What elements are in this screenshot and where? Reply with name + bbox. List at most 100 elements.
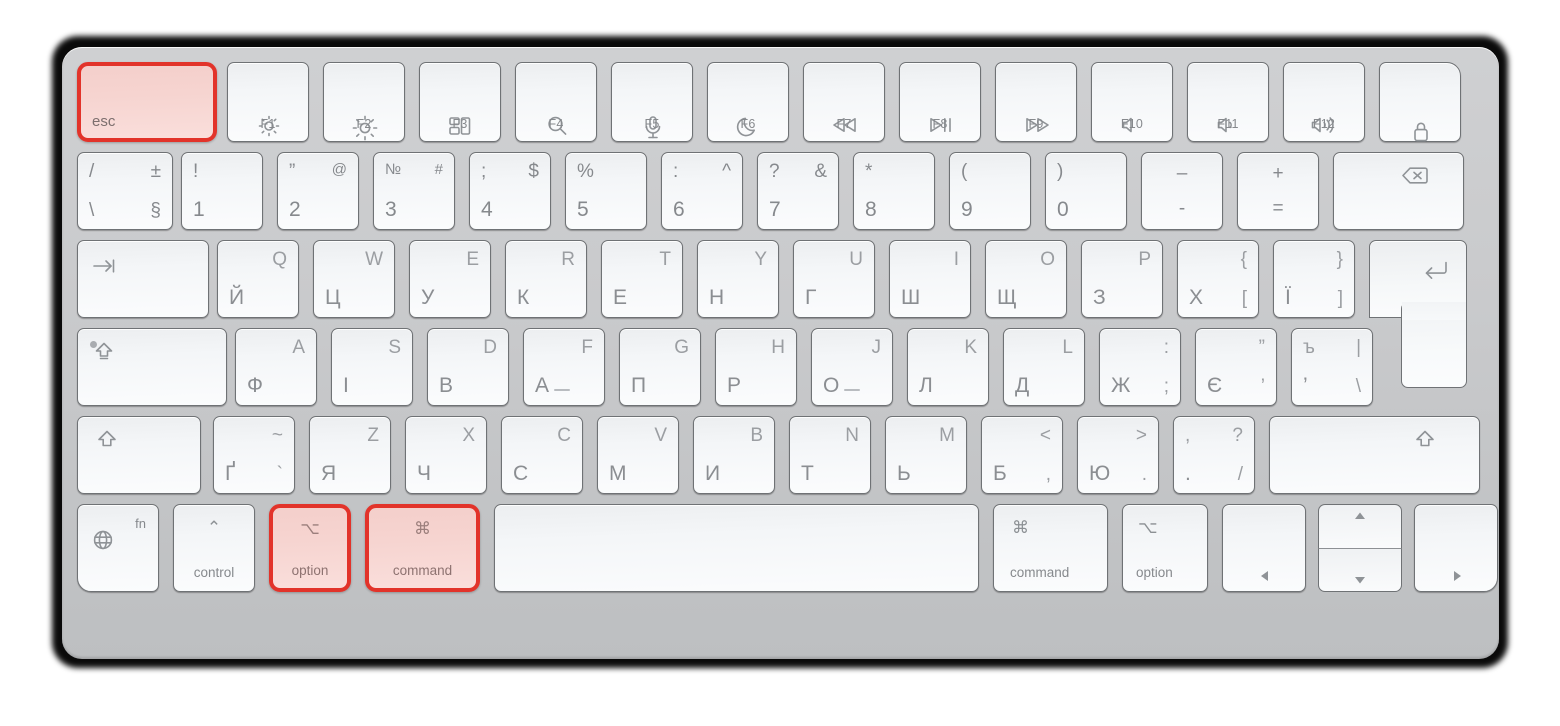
key-f9[interactable]: F9 <box>995 62 1077 142</box>
key-fn-globe[interactable]: fn <box>77 504 159 592</box>
key-4-alt: $ <box>528 161 539 182</box>
key-6-label: 6 <box>673 198 685 221</box>
key-x[interactable]: X Ч <box>405 416 487 494</box>
key-w-cyrillic: Ц <box>325 286 341 309</box>
key-grave-cyrillic: Ґ <box>225 462 236 485</box>
key-f2[interactable]: F2 <box>323 62 405 142</box>
key-esc[interactable]: esc <box>77 62 217 142</box>
key-f5[interactable]: F5 <box>611 62 693 142</box>
key-slash[interactable]: , ? . / <box>1173 416 1255 494</box>
key-shift-left[interactable] <box>77 416 201 494</box>
key-slash-backslash[interactable]: / ± \ § <box>77 152 173 230</box>
key-quote[interactable]: ” Є ’ <box>1195 328 1277 406</box>
key-1[interactable]: ! 1 <box>181 152 263 230</box>
key-f7[interactable]: F7 <box>803 62 885 142</box>
key-w[interactable]: W Ц <box>313 240 395 318</box>
home-row: A Ф S І D В F А G П H Р J О K Л L Д: Ж … <box>77 328 1373 406</box>
key-f4[interactable]: F4 <box>515 62 597 142</box>
key-f7-label: F7 <box>836 116 852 131</box>
key-7[interactable]: ? & 7 <box>757 152 839 230</box>
key-quote-cyrillic: Є <box>1207 374 1223 397</box>
key-arrow-left[interactable] <box>1222 504 1306 592</box>
key-f6[interactable]: F6 <box>707 62 789 142</box>
key-shift-right[interactable] <box>1269 416 1480 494</box>
key-8[interactable]: * 8 <box>853 152 935 230</box>
key-g[interactable]: G П <box>619 328 701 406</box>
key-h[interactable]: H Р <box>715 328 797 406</box>
command-glyph: ⌘ <box>414 519 431 538</box>
key-1-shift: ! <box>193 161 199 182</box>
key-command-left[interactable]: ⌘ command <box>365 504 480 592</box>
key-return[interactable] <box>1369 240 1467 388</box>
key-k[interactable]: K Л <box>907 328 989 406</box>
key-f11[interactable]: F11 <box>1187 62 1269 142</box>
key-1-label: 1 <box>193 198 205 221</box>
shift-arrow-icon <box>96 401 143 477</box>
key-f10[interactable]: F10 <box>1091 62 1173 142</box>
key-5[interactable]: % 5 <box>565 152 647 230</box>
key-u[interactable]: U Г <box>793 240 875 318</box>
key-f4-label: F4 <box>548 116 564 131</box>
key-comma[interactable]: < Б , <box>981 416 1063 494</box>
key-b[interactable]: B И <box>693 416 775 494</box>
key-minus[interactable]: – - <box>1141 152 1223 230</box>
key-9[interactable]: ( 9 <box>949 152 1031 230</box>
key-space[interactable] <box>494 504 979 592</box>
key-arrow-down[interactable] <box>1318 548 1402 592</box>
key-command-right[interactable]: ⌘ command <box>993 504 1108 592</box>
key-7-alt: & <box>814 161 827 182</box>
key-p[interactable]: P З <box>1081 240 1163 318</box>
key-2[interactable]: ” @ 2 <box>277 152 359 230</box>
key-bracket-left[interactable]: { Х [ <box>1177 240 1259 318</box>
key-o[interactable]: O Щ <box>985 240 1067 318</box>
key-q[interactable]: Q Й <box>217 240 299 318</box>
key-delete[interactable] <box>1333 152 1464 230</box>
key-option-right[interactable]: ⌥ option <box>1122 504 1208 592</box>
key-j[interactable]: J О <box>811 328 893 406</box>
key-n[interactable]: N Т <box>789 416 871 494</box>
key-equal[interactable]: + = <box>1237 152 1319 230</box>
key-7-shift: ? <box>769 161 780 182</box>
key-period[interactable]: > Ю . <box>1077 416 1159 494</box>
key-x-cyrillic: Ч <box>417 462 431 485</box>
key-i-latin: I <box>953 249 959 270</box>
key-t[interactable]: T Е <box>601 240 683 318</box>
key-arrow-up-down[interactable] <box>1318 504 1402 592</box>
key-m[interactable]: M Ь <box>885 416 967 494</box>
key-v[interactable]: V М <box>597 416 679 494</box>
key-0[interactable]: ) 0 <box>1045 152 1127 230</box>
key-f8[interactable]: F8 <box>899 62 981 142</box>
key-caps-lock[interactable] <box>77 328 227 406</box>
key-s[interactable]: S І <box>331 328 413 406</box>
key-f12[interactable]: F12 <box>1283 62 1365 142</box>
key-d[interactable]: D В <box>427 328 509 406</box>
key-arrow-right[interactable] <box>1414 504 1498 592</box>
key-y[interactable]: Y Н <box>697 240 779 318</box>
key-i[interactable]: I Ш <box>889 240 971 318</box>
key-6[interactable]: : ^ 6 <box>661 152 743 230</box>
key-z[interactable]: Z Я <box>309 416 391 494</box>
key-3[interactable]: № # 3 <box>373 152 455 230</box>
key-tab[interactable] <box>77 240 209 318</box>
key-slash-top-left: / <box>89 161 95 182</box>
key-touch-id[interactable] <box>1379 62 1461 142</box>
key-bracket-right-shift: } <box>1336 249 1343 270</box>
key-e[interactable]: E У <box>409 240 491 318</box>
key-l[interactable]: L Д <box>1003 328 1085 406</box>
magic-keyboard: esc F1 F2 F3 F4 F5 F6 F7 F8 F9 F10 F11 F… <box>62 47 1499 659</box>
key-option-left[interactable]: ⌥ option <box>269 504 351 592</box>
key-f[interactable]: F А <box>523 328 605 406</box>
key-backslash[interactable]: ъ | ’ \ <box>1291 328 1373 406</box>
key-bracket-right[interactable]: } Ї ] <box>1273 240 1355 318</box>
key-a[interactable]: A Ф <box>235 328 317 406</box>
key-arrow-up[interactable] <box>1318 504 1402 548</box>
key-r[interactable]: R К <box>505 240 587 318</box>
key-c[interactable]: C С <box>501 416 583 494</box>
key-4[interactable]: ; $ 4 <box>469 152 551 230</box>
key-grave[interactable]: ~ Ґ ` <box>213 416 295 494</box>
key-f1[interactable]: F1 <box>227 62 309 142</box>
key-control[interactable]: ⌃ control <box>173 504 255 592</box>
key-semicolon[interactable]: : Ж ; <box>1099 328 1181 406</box>
key-f3[interactable]: F3 <box>419 62 501 142</box>
key-a-cyrillic: Ф <box>247 374 263 397</box>
